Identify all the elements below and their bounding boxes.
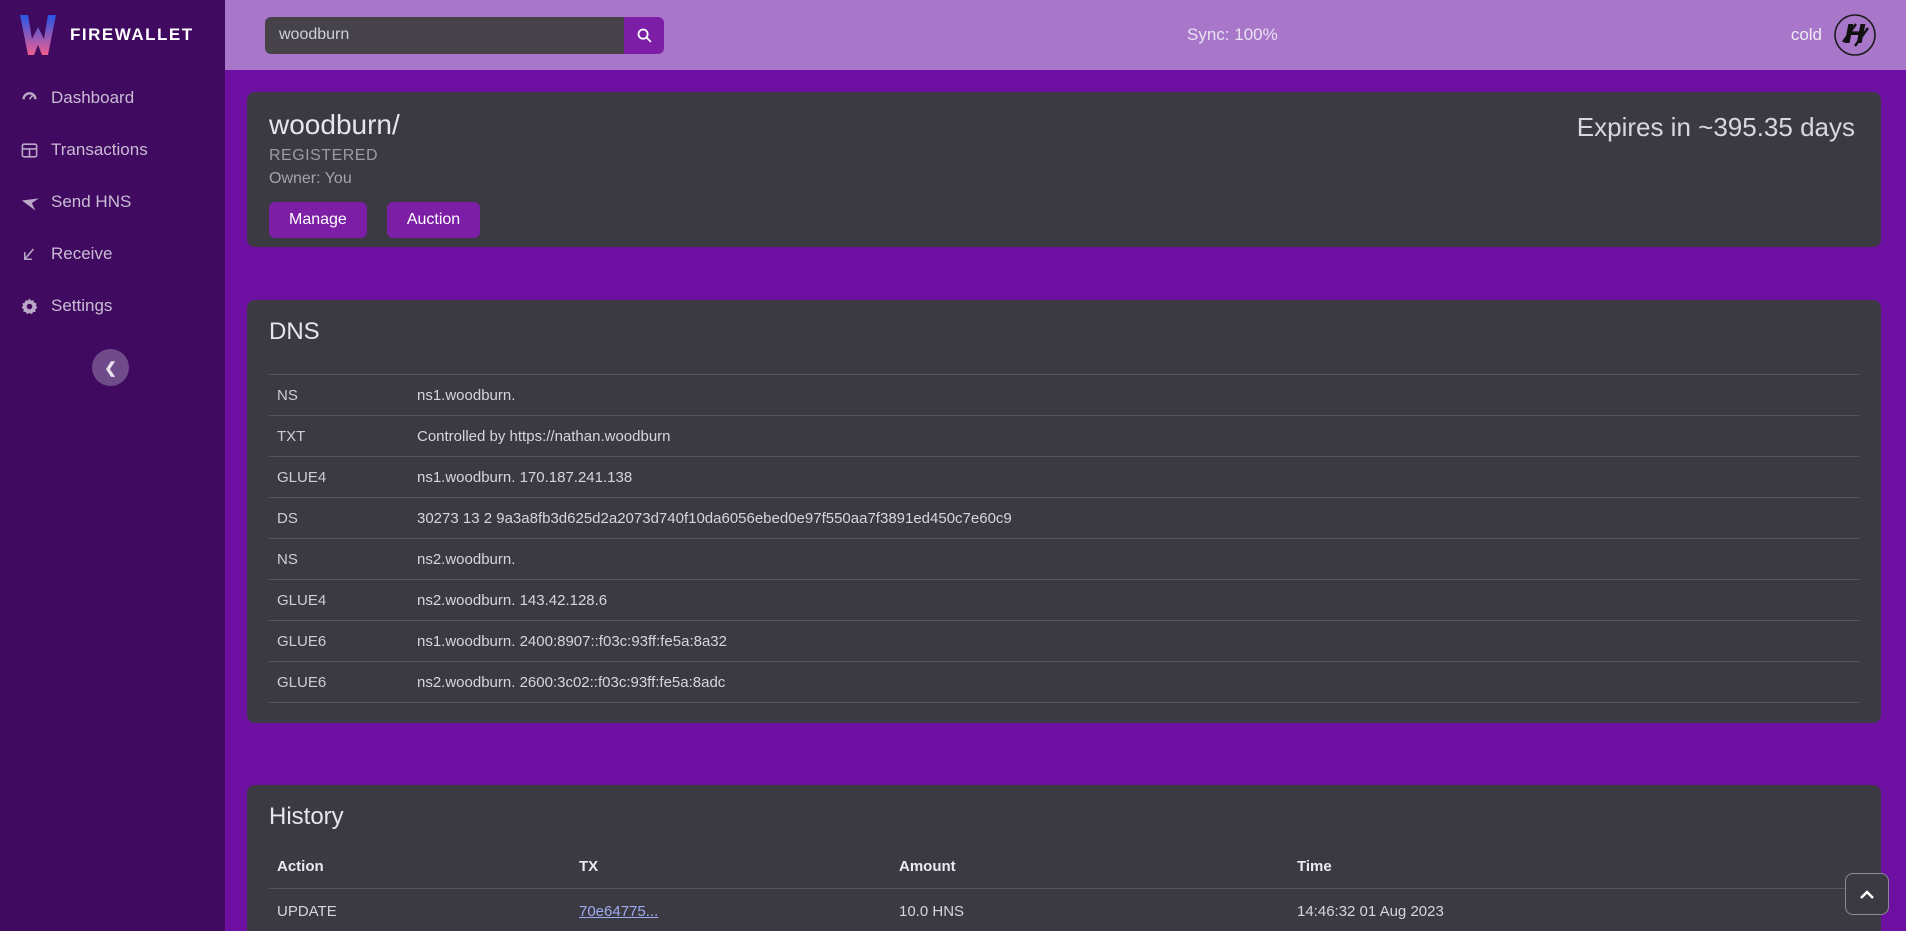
dns-card: DNS NS ns1.woodburn. TXT Controlled by h… xyxy=(247,300,1881,723)
dns-record-row: GLUE4 ns2.woodburn. 143.42.128.6 xyxy=(269,580,1859,621)
dns-title: DNS xyxy=(269,318,1859,346)
sidebar-item-transactions[interactable]: Transactions xyxy=(0,136,225,164)
history-card: History Action TX Amount Time UPDATE 70e… xyxy=(247,785,1881,931)
sidebar-item-send-hns[interactable]: Send HNS xyxy=(0,188,225,216)
sidebar-item-label: Settings xyxy=(51,296,112,316)
sidebar-item-label: Transactions xyxy=(51,140,148,160)
auction-button[interactable]: Auction xyxy=(387,202,480,238)
dns-record-row: GLUE6 ns2.woodburn. 2600:3c02::f03c:93ff… xyxy=(269,662,1859,703)
sidebar-item-settings[interactable]: Settings xyxy=(0,292,225,320)
dns-record-row: GLUE6 ns1.woodburn. 2400:8907::f03c:93ff… xyxy=(269,621,1859,662)
sidebar: FIREWALLET Dashboard Transactions Send H… xyxy=(0,0,225,931)
sidebar-item-dashboard[interactable]: Dashboard xyxy=(0,84,225,112)
history-time: 14:46:32 01 Aug 2023 xyxy=(1297,903,1859,920)
dns-record-row: NS ns2.woodburn. xyxy=(269,539,1859,580)
dns-record-type: GLUE4 xyxy=(269,469,417,486)
dns-record-value: ns1.woodburn. 2400:8907::f03c:93ff:fe5a:… xyxy=(417,633,1859,650)
history-row: UPDATE 70e64775... 10.0 HNS 14:46:32 01 … xyxy=(269,889,1859,931)
sidebar-collapse-button[interactable]: ❮ xyxy=(92,349,129,386)
firewallet-w-logo xyxy=(18,13,58,57)
sidebar-item-label: Send HNS xyxy=(51,192,131,212)
dns-record-value: ns1.woodburn. 170.187.241.138 xyxy=(417,469,1859,486)
history-title: History xyxy=(269,803,1859,831)
dns-record-row: DS 30273 13 2 9a3a8fb3d625d2a2073d740f10… xyxy=(269,498,1859,539)
main-content: woodburn/ REGISTERED Owner: You Manage A… xyxy=(225,70,1906,931)
handshake-icon: H xyxy=(1832,12,1878,58)
dns-record-row: NS ns1.woodburn. xyxy=(269,375,1859,416)
domain-buttons: Manage Auction xyxy=(269,202,1859,238)
dns-record-value: Controlled by https://nathan.woodburn xyxy=(417,428,1859,445)
sidebar-nav: Dashboard Transactions Send HNS Receive xyxy=(0,70,225,320)
dns-record-type: TXT xyxy=(269,428,417,445)
topbar: Sync: 100% cold H xyxy=(225,0,1906,70)
dns-record-row: GLUE4 ns1.woodburn. 170.187.241.138 xyxy=(269,457,1859,498)
sidebar-item-receive[interactable]: Receive xyxy=(0,240,225,268)
search-icon xyxy=(636,27,653,44)
domain-status: REGISTERED xyxy=(269,147,1859,165)
sync-status: Sync: 100% xyxy=(1187,0,1278,70)
search-button[interactable] xyxy=(624,17,664,54)
dns-record-type: NS xyxy=(269,387,417,404)
domain-owner: Owner: You xyxy=(269,170,1859,188)
domain-expiry: Expires in ~395.35 days xyxy=(1577,112,1855,143)
dns-record-value: ns2.woodburn. 143.42.128.6 xyxy=(417,592,1859,609)
send-icon xyxy=(20,193,39,212)
history-col-tx: TX xyxy=(579,858,899,875)
dns-record-value: 30273 13 2 9a3a8fb3d625d2a2073d740f10da6… xyxy=(417,510,1859,527)
scroll-to-top-button[interactable] xyxy=(1845,873,1889,915)
receive-icon xyxy=(20,245,39,264)
history-col-time: Time xyxy=(1297,858,1859,875)
dns-record-value: ns2.woodburn. xyxy=(417,551,1859,568)
dns-record-type: NS xyxy=(269,551,417,568)
tx-link[interactable]: 70e64775... xyxy=(579,903,658,920)
chevron-up-icon xyxy=(1860,890,1874,899)
sidebar-item-label: Dashboard xyxy=(51,88,134,108)
dns-record-value: ns2.woodburn. 2600:3c02::f03c:93ff:fe5a:… xyxy=(417,674,1859,691)
history-header-row: Action TX Amount Time xyxy=(269,845,1859,889)
history-col-amount: Amount xyxy=(899,858,1297,875)
sidebar-item-label: Receive xyxy=(51,244,112,264)
dns-table: NS ns1.woodburn. TXT Controlled by https… xyxy=(269,374,1859,703)
history-col-action: Action xyxy=(269,858,579,875)
manage-button[interactable]: Manage xyxy=(269,202,367,238)
dns-record-type: GLUE4 xyxy=(269,592,417,609)
brand-name: FIREWALLET xyxy=(70,25,194,45)
search-bar xyxy=(265,17,664,54)
dns-record-type: GLUE6 xyxy=(269,674,417,691)
chevron-left-icon: ❮ xyxy=(104,359,117,377)
history-action: UPDATE xyxy=(269,903,579,920)
settings-icon xyxy=(20,297,39,316)
history-table: Action TX Amount Time UPDATE 70e64775...… xyxy=(269,845,1859,931)
dns-record-type: DS xyxy=(269,510,417,527)
wallet-area[interactable]: cold H xyxy=(1791,0,1878,70)
dashboard-icon xyxy=(20,89,39,108)
dns-record-type: GLUE6 xyxy=(269,633,417,650)
dns-record-row: TXT Controlled by https://nathan.woodbur… xyxy=(269,416,1859,457)
search-input[interactable] xyxy=(265,17,624,54)
domain-card: woodburn/ REGISTERED Owner: You Manage A… xyxy=(247,92,1881,247)
transactions-icon xyxy=(20,141,39,160)
wallet-name: cold xyxy=(1791,25,1822,45)
dns-record-value: ns1.woodburn. xyxy=(417,387,1859,404)
brand: FIREWALLET xyxy=(0,0,225,70)
history-amount: 10.0 HNS xyxy=(899,903,1297,920)
